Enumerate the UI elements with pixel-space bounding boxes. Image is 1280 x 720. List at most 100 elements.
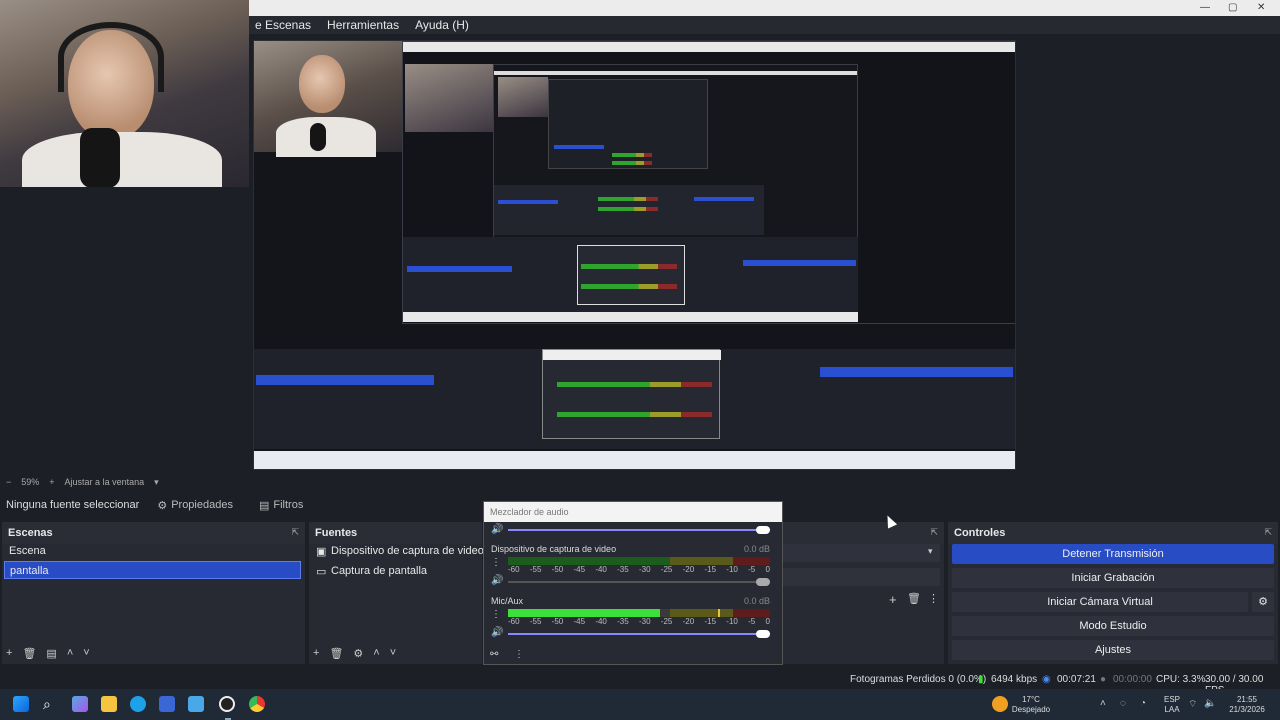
- folder-icon[interactable]: [101, 696, 117, 712]
- gear-icon[interactable]: ⚙: [353, 647, 363, 660]
- move-down-icon[interactable]: ˅: [83, 647, 89, 660]
- obs-icon[interactable]: [219, 696, 235, 712]
- widgets-icon[interactable]: [72, 696, 88, 712]
- studio-mode-button[interactable]: Modo Estudio: [952, 616, 1274, 636]
- channel-db: 0.0 dB: [743, 544, 770, 554]
- properties-label: Propiedades: [171, 499, 233, 511]
- float-icon[interactable]: ⇱: [930, 527, 938, 538]
- stream-time: 00:07:21: [1057, 674, 1096, 685]
- lang-label-2[interactable]: LAA: [1160, 705, 1184, 715]
- zoom-bar: − 59% + Ajustar a la ventana ▾: [0, 474, 1280, 490]
- move-up-icon[interactable]: ˄: [373, 647, 379, 660]
- volume-meter: [508, 557, 770, 565]
- chevron-down-icon[interactable]: ▾: [154, 477, 159, 488]
- chrome-icon[interactable]: [249, 696, 265, 712]
- edge-icon[interactable]: [130, 696, 146, 712]
- windows-start-icon[interactable]: [13, 696, 29, 712]
- more-icon[interactable]: ⋮: [928, 592, 939, 605]
- menu-bar: e Escenas Herramientas Ayuda (H): [249, 16, 1280, 34]
- meter-ticks: -60 -55 -50 -45 -40 -35 -30 -25 -20 -15 -10 -5 0: [508, 617, 770, 626]
- scene-item[interactable]: Escena: [4, 542, 301, 560]
- properties-button[interactable]: ⚙ Propiedades: [149, 496, 241, 515]
- fit-window-label[interactable]: Ajustar a la ventana: [65, 477, 145, 487]
- minimize-button[interactable]: —: [1200, 2, 1210, 13]
- windows-taskbar: ⌕ 17°C Despejado ˄ ◌ ◔ ESP LAA ⌔ 🔈 21:55…: [0, 689, 1280, 720]
- transition-select[interactable]: [782, 544, 940, 562]
- filter-icon: ▤: [258, 499, 270, 512]
- more-icon[interactable]: ⋮: [491, 609, 501, 620]
- more-icon[interactable]: ⋮: [491, 557, 501, 568]
- wifi-icon[interactable]: ⌔: [1188, 698, 1197, 711]
- link-icon[interactable]: ⚯: [490, 649, 498, 660]
- signal-icon: ▮: [978, 674, 984, 685]
- filter-icon[interactable]: ▤: [46, 647, 56, 660]
- weather-temp: 17°C: [1022, 695, 1040, 704]
- filters-button[interactable]: ▤ Filtros: [251, 496, 311, 515]
- speaker-icon[interactable]: 🔊: [491, 524, 503, 535]
- close-button[interactable]: ✕: [1257, 2, 1265, 13]
- zoom-in-button[interactable]: +: [49, 477, 54, 487]
- volume-icon[interactable]: 🔈: [1204, 698, 1216, 709]
- volume-meter: [508, 609, 770, 617]
- zoom-out-button[interactable]: −: [6, 477, 11, 487]
- network-icon[interactable]: ◌: [1120, 698, 1126, 709]
- frames-dropped: Fotogramas Perdidos 0 (0.0%): [850, 674, 987, 685]
- weather-icon[interactable]: [992, 696, 1008, 712]
- status-bar: Fotogramas Perdidos 0 (0.0%) ▮ 6494 kbps…: [0, 669, 1280, 696]
- no-source-label: Ninguna fuente seleccionar: [6, 499, 140, 511]
- add-icon[interactable]: +: [6, 647, 12, 660]
- preview-canvas[interactable]: [253, 40, 1016, 470]
- menu-scenes[interactable]: e Escenas: [255, 18, 311, 32]
- source-item[interactable]: ▭ Captura de pantalla: [311, 562, 478, 580]
- float-icon[interactable]: ⇱: [291, 527, 299, 538]
- sources-toolbar: + 🗑 ⚙ ˄ ˅: [313, 647, 396, 660]
- volume-slider[interactable]: [508, 526, 770, 534]
- search-icon[interactable]: ⌕: [43, 696, 59, 712]
- speaker-icon[interactable]: 🔊: [491, 575, 503, 586]
- source-item[interactable]: ▣ Dispositivo de captura de video: [311, 542, 484, 560]
- chevron-up-icon[interactable]: ˄: [1100, 698, 1106, 709]
- audio-mixer-window: Mezclador de audio 🔊 Dispositivo de capt…: [483, 501, 783, 665]
- trash-icon[interactable]: 🗑: [329, 647, 343, 660]
- lang-label[interactable]: ESP: [1160, 695, 1184, 705]
- volume-slider[interactable]: [508, 630, 770, 638]
- store-icon[interactable]: [159, 696, 175, 712]
- virtual-camera-button[interactable]: Iniciar Cámara Virtual: [952, 592, 1248, 612]
- scenes-dock: Escenas ⇱ Escena pantalla + 🗑 ▤ ˄ ˅: [2, 522, 305, 664]
- float-icon[interactable]: ⇱: [1264, 527, 1272, 538]
- source-label: Captura de pantalla: [331, 565, 428, 577]
- clock-date[interactable]: 21/3/2026: [1222, 705, 1272, 715]
- menu-help[interactable]: Ayuda (H): [415, 18, 469, 32]
- menu-tools[interactable]: Herramientas: [327, 18, 399, 32]
- stop-stream-button[interactable]: Detener Transmisión: [952, 544, 1274, 564]
- duration-spinbox[interactable]: [782, 568, 940, 586]
- sources-title: Fuentes: [309, 522, 482, 544]
- add-icon[interactable]: +: [313, 647, 319, 660]
- meter-ticks: -60 -55 -50 -45 -40 -35 -30 -25 -20 -15 -10 -5 0: [508, 565, 770, 574]
- stream-icon: ◉: [1042, 674, 1051, 685]
- move-down-icon[interactable]: ˅: [390, 647, 396, 660]
- app-icon[interactable]: [188, 696, 204, 712]
- clock-time[interactable]: 21:55: [1222, 695, 1272, 705]
- trash-icon[interactable]: 🗑: [22, 647, 36, 660]
- trash-icon[interactable]: 🗑: [907, 592, 921, 605]
- rec-icon: ●: [1100, 674, 1107, 685]
- controls-dock: Controles ⇱ Detener Transmisión Iniciar …: [948, 522, 1278, 664]
- zoom-level: 59%: [21, 477, 40, 487]
- add-icon[interactable]: +: [889, 592, 897, 607]
- channel-name: Dispositivo de captura de video: [491, 544, 617, 554]
- more-icon[interactable]: ⋮: [514, 649, 524, 660]
- speaker-icon[interactable]: 🔊: [491, 627, 503, 638]
- move-up-icon[interactable]: ˄: [67, 647, 73, 660]
- app-tray-icon[interactable]: ◔: [1140, 698, 1146, 709]
- gear-icon[interactable]: ⚙: [1252, 592, 1274, 612]
- start-recording-button[interactable]: Iniciar Grabación: [952, 568, 1274, 588]
- channel-name: Mic/Aux: [491, 596, 524, 606]
- channel-db: 0.0 dB: [743, 596, 770, 606]
- scene-item-selected[interactable]: pantalla: [4, 561, 301, 579]
- settings-button[interactable]: Ajustes: [952, 640, 1274, 660]
- maximize-button[interactable]: ▢: [1228, 2, 1237, 13]
- volume-slider[interactable]: [508, 578, 770, 586]
- transitions-header: [782, 522, 944, 544]
- chevron-down-icon[interactable]: ▾: [928, 546, 933, 557]
